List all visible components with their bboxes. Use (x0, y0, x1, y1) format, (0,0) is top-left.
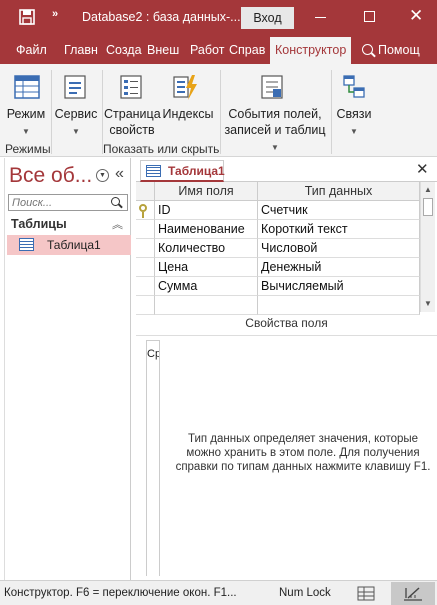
service-button[interactable]: Сервис ▼ (54, 106, 98, 140)
field-properties-title: Свойства поля (136, 312, 437, 336)
login-button[interactable]: Вход (241, 7, 294, 29)
nav-item-table1[interactable]: Таблица1 (7, 235, 131, 255)
properties-help-text: Тип данных определяет значения, которые … (175, 433, 431, 473)
data-type-cell[interactable]: Счетчик (258, 201, 420, 220)
nav-group-tables[interactable]: Таблицы (11, 217, 67, 231)
group-label-modes: Режимы (5, 142, 51, 156)
field-name-cell[interactable]: ID (155, 201, 258, 220)
column-header-field-name[interactable]: Имя поля (155, 182, 258, 201)
indexes-button[interactable]: Индексы (162, 106, 214, 122)
chevron-up-icon[interactable]: ︽ (112, 216, 123, 232)
field-name-cell[interactable]: Наименование (155, 220, 258, 239)
chevron-down-icon[interactable]: ▼ (96, 169, 109, 182)
chevron-down-icon: ▼ (72, 127, 80, 136)
data-type-cell[interactable]: Денежный (258, 258, 420, 277)
ribbon-tabs: Файл Главн Созда Внеш Работ Справ Констр… (0, 35, 437, 64)
close-icon[interactable]: ✕ (409, 6, 423, 26)
collapse-pane-icon[interactable]: « (115, 165, 124, 183)
grid-scrollbar[interactable]: ▲ ▼ (420, 182, 435, 312)
search-icon[interactable] (111, 197, 120, 206)
navigation-pane: Все об... ▼ « Таблицы ︽ Таблица1 (4, 158, 131, 580)
status-text: Конструктор. F6 = переключение окон. F1.… (4, 587, 237, 599)
tab-designer[interactable]: Конструктор (270, 37, 352, 64)
quick-access-more-icon[interactable]: » (52, 8, 58, 20)
data-type-cell[interactable]: Числовой (258, 239, 420, 258)
chevron-down-icon: ▼ (350, 127, 358, 136)
column-header-data-type[interactable]: Тип данных (258, 182, 420, 201)
scroll-down-icon[interactable]: ▼ (424, 299, 432, 308)
data-type-cell[interactable]: Короткий текст (258, 220, 420, 239)
table-icon (19, 238, 34, 251)
chevron-down-icon: ▼ (271, 143, 279, 152)
nav-title[interactable]: Все об... (9, 164, 92, 188)
relationships-button[interactable]: Связи ▼ (333, 106, 375, 140)
grid-corner (136, 182, 155, 201)
maximize-icon[interactable] (364, 11, 375, 22)
window-title: Database2 : база данных-... (82, 10, 241, 24)
field-name-cell[interactable]: Количество (155, 239, 258, 258)
data-type-cell[interactable]: Вычисляемый (258, 277, 420, 296)
design-view-button[interactable] (391, 582, 435, 605)
ribbon: Режим ▼ Сервис ▼ Страница свойств Индексы (0, 64, 437, 157)
field-name-cell[interactable]: Сумма (155, 277, 258, 296)
status-numlock: Num Lock (279, 587, 331, 599)
row-selector[interactable] (136, 201, 155, 220)
field-name-cell[interactable]: Цена (155, 258, 258, 277)
view-mode-button[interactable]: Режим ▼ (6, 106, 46, 140)
property-sheet-icon (120, 75, 142, 99)
tab-home[interactable]: Главн (64, 43, 98, 57)
document-tab-bar: Таблица1 ✕ (136, 158, 437, 182)
row-selector[interactable] (136, 258, 155, 277)
tab-help[interactable]: Справ (229, 43, 265, 57)
chevron-down-icon: ▼ (22, 127, 30, 136)
status-bar: Конструктор. F6 = переключение окон. F1.… (0, 580, 437, 605)
tell-me-search[interactable]: Помощ (362, 43, 420, 57)
save-icon[interactable] (19, 9, 35, 25)
design-view-icon (404, 587, 422, 601)
tab-database[interactable]: Работ (190, 43, 224, 57)
row-selector[interactable] (136, 277, 155, 296)
tab-external[interactable]: Внеш (147, 43, 179, 57)
row-selector[interactable] (136, 239, 155, 258)
group-label-showhide: Показать или скрыть (103, 142, 220, 156)
relationships-icon (343, 75, 365, 98)
tab-file[interactable]: Файл (16, 43, 47, 57)
key-icon (139, 204, 147, 218)
title-bar: » Database2 : база данных-... Вход ✕ (0, 0, 437, 35)
minimize-icon[interactable] (315, 17, 326, 18)
scroll-thumb[interactable] (423, 198, 433, 216)
scroll-up-icon[interactable]: ▲ (424, 185, 432, 194)
search-icon (362, 44, 373, 55)
events-button[interactable]: События полей, записей и таблиц ▼ (220, 106, 330, 156)
table-icon (146, 165, 161, 177)
events-icon (261, 75, 283, 99)
view-mode-icon (14, 75, 40, 99)
field-grid: Имя поля Тип данных ID Счетчик Наименова… (136, 182, 420, 315)
ribbon-separator (51, 70, 52, 154)
doc-tab-table1[interactable]: Таблица1 (140, 160, 225, 182)
properties-tab-general[interactable]: Ср (146, 340, 160, 576)
close-icon[interactable]: ✕ (416, 160, 429, 178)
row-selector[interactable] (136, 220, 155, 239)
field-properties-area: Ср Тип данных определяет значения, котор… (136, 336, 437, 580)
indexes-icon (173, 75, 197, 100)
service-icon (64, 75, 86, 99)
tab-create[interactable]: Созда (106, 43, 142, 57)
ribbon-separator (331, 70, 332, 154)
nav-search-input[interactable] (8, 194, 128, 211)
property-sheet-button[interactable]: Страница свойств (104, 106, 161, 138)
datasheet-view-icon[interactable] (355, 584, 377, 603)
